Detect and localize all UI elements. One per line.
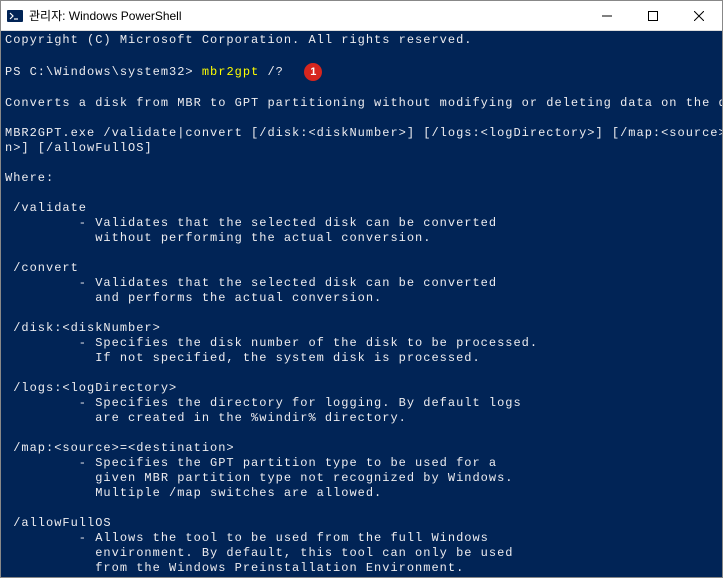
usage-line-2: n>] [/allowFullOS]: [5, 141, 153, 155]
opt-logs-desc-2: are created in the %windir% directory.: [5, 411, 407, 425]
copyright-line: Copyright (C) Microsoft Corporation. All…: [5, 33, 472, 47]
description: Converts a disk from MBR to GPT partitio…: [5, 96, 722, 110]
where-header: Where:: [5, 171, 54, 185]
opt-validate-header: /validate: [5, 201, 87, 215]
opt-allowfullos-header: /allowFullOS: [5, 516, 112, 530]
close-button[interactable]: [676, 1, 722, 30]
opt-map-header: /map:<source>=<destination>: [5, 441, 235, 455]
command-args: /?: [259, 65, 284, 79]
opt-map-desc-1: - Specifies the GPT partition type to be…: [5, 456, 497, 470]
titlebar[interactable]: 관리자: Windows PowerShell: [1, 1, 722, 31]
maximize-button[interactable]: [630, 1, 676, 30]
usage-line-1: MBR2GPT.exe /validate|convert [/disk:<di…: [5, 126, 722, 140]
window-title: 관리자: Windows PowerShell: [29, 7, 584, 24]
opt-allowfullos-desc-2: environment. By default, this tool can o…: [5, 546, 513, 560]
opt-validate-desc-1: - Validates that the selected disk can b…: [5, 216, 497, 230]
opt-logs-header: /logs:<logDirectory>: [5, 381, 177, 395]
opt-convert-header: /convert: [5, 261, 79, 275]
opt-validate-desc-2: without performing the actual conversion…: [5, 231, 431, 245]
opt-disk-desc-1: - Specifies the disk number of the disk …: [5, 336, 538, 350]
opt-disk-desc-2: If not specified, the system disk is pro…: [5, 351, 481, 365]
opt-logs-desc-1: - Specifies the directory for logging. B…: [5, 396, 522, 410]
prompt-1: PS C:\Windows\system32>: [5, 65, 194, 79]
powershell-icon: [7, 8, 23, 24]
opt-map-desc-2: given MBR partition type not recognized …: [5, 471, 513, 485]
opt-allowfullos-desc-3: from the Windows Preinstallation Environ…: [5, 561, 464, 575]
minimize-button[interactable]: [584, 1, 630, 30]
powershell-window: 관리자: Windows PowerShell Copyright (C) Mi…: [0, 0, 723, 578]
command-name: mbr2gpt: [202, 65, 259, 79]
window-controls: [584, 1, 722, 30]
opt-allowfullos-desc-1: - Allows the tool to be used from the fu…: [5, 531, 489, 545]
annotation-badge-1: 1: [304, 63, 322, 81]
opt-disk-header: /disk:<diskNumber>: [5, 321, 161, 335]
opt-convert-desc-2: and performs the actual conversion.: [5, 291, 382, 305]
opt-convert-desc-1: - Validates that the selected disk can b…: [5, 276, 497, 290]
opt-map-desc-3: Multiple /map switches are allowed.: [5, 486, 382, 500]
terminal-content[interactable]: Copyright (C) Microsoft Corporation. All…: [1, 31, 722, 577]
